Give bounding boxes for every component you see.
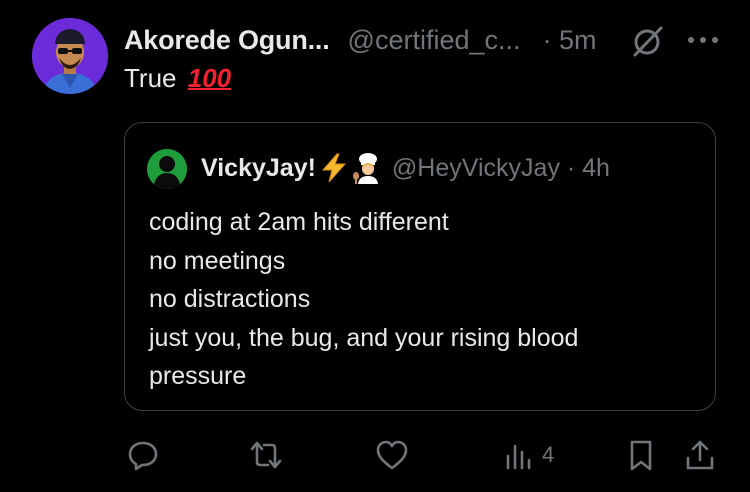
bookmark-button[interactable] [626,438,656,472]
quote-header: VickyJay! @HeyVickyJay · 4h [201,150,610,186]
quote-author-avatar[interactable] [147,149,187,189]
post-text: True 100 [124,63,231,94]
author-avatar[interactable] [32,18,108,94]
post-text-content: True [124,63,177,93]
bookmark-icon [626,438,656,472]
author-name[interactable]: Akorede Ogun... [124,25,330,56]
like-button[interactable] [374,438,410,472]
quote-line: just you, the bug, and your rising blood [149,323,579,352]
share-icon [684,438,716,472]
grok-icon[interactable] [630,23,666,59]
reply-icon [126,438,160,472]
repost-button[interactable] [248,438,284,472]
quote-line: no distractions [149,285,311,313]
quoted-post[interactable]: VickyJay! @HeyVickyJay · 4h coding at 2a… [124,122,716,411]
views-button[interactable]: 4 [504,438,554,472]
views-count: 4 [542,442,555,467]
views-icon [504,438,534,472]
repost-icon [248,438,284,472]
quote-line: no meetings [149,246,286,275]
more-icon[interactable] [686,30,720,50]
share-button[interactable] [684,438,716,472]
quote-body: coding at 2am hits different no meetings… [149,203,578,396]
author-handle[interactable]: @certified_c... [348,25,521,56]
quote-line: pressure [149,362,247,390]
lightning-emoji-icon [320,153,348,183]
reply-button[interactable] [126,438,160,472]
hundred-points-emoji: 100 [187,63,232,93]
quote-author-name[interactable]: VickyJay! [201,154,316,183]
quote-handle-time[interactable]: @HeyVickyJay · 4h [392,154,610,183]
cook-emoji-icon [352,152,384,184]
post-header: Akorede Ogun... @certified_c... · 5m [124,22,597,58]
quote-line: coding at 2am hits different [149,208,449,236]
post-timestamp[interactable]: · 5m [543,25,597,56]
like-icon [374,438,410,472]
